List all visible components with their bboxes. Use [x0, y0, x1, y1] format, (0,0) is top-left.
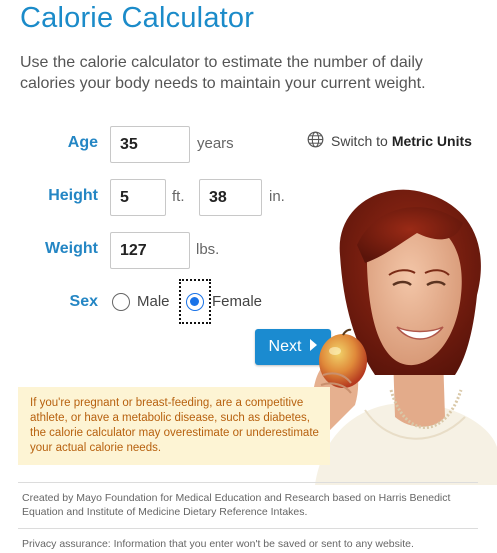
weight-label: Weight [44, 240, 98, 257]
height-feet-input[interactable] [110, 179, 166, 216]
weight-input[interactable] [110, 232, 190, 269]
age-label: Age [67, 134, 98, 151]
height-inches-input[interactable] [199, 179, 262, 216]
metric-units-toggle[interactable]: Switch to Metric Units [307, 131, 472, 151]
woman-with-apple-image [313, 189, 497, 485]
warning-note: If you're pregnant or breast-feeding, ar… [18, 387, 330, 465]
sex-male-radio[interactable] [112, 293, 130, 311]
next-button-label: Next [268, 338, 302, 355]
sex-female-label[interactable]: Female [212, 293, 262, 310]
height-feet-unit: ft. [172, 188, 185, 205]
divider [18, 482, 478, 483]
globe-icon [307, 131, 324, 151]
sex-female-radio[interactable] [186, 293, 204, 311]
age-input[interactable] [110, 126, 190, 163]
metric-toggle-bold: Metric Units [391, 133, 472, 149]
privacy-text: Privacy assurance: Information that you … [22, 538, 414, 550]
metric-toggle-prefix: Switch to [331, 133, 388, 149]
weight-unit: lbs. [196, 241, 220, 258]
divider [18, 528, 478, 529]
age-unit: years [197, 135, 234, 152]
credit-text: Created by Mayo Foundation for Medical E… [22, 492, 451, 518]
height-label: Height [48, 187, 98, 204]
sex-male-label[interactable]: Male [137, 293, 170, 310]
page-title: Calorie Calculator [20, 2, 255, 34]
height-inches-unit: in. [269, 188, 285, 205]
sex-label: Sex [69, 293, 98, 310]
intro-text: Use the calorie calculator to estimate t… [20, 54, 426, 92]
